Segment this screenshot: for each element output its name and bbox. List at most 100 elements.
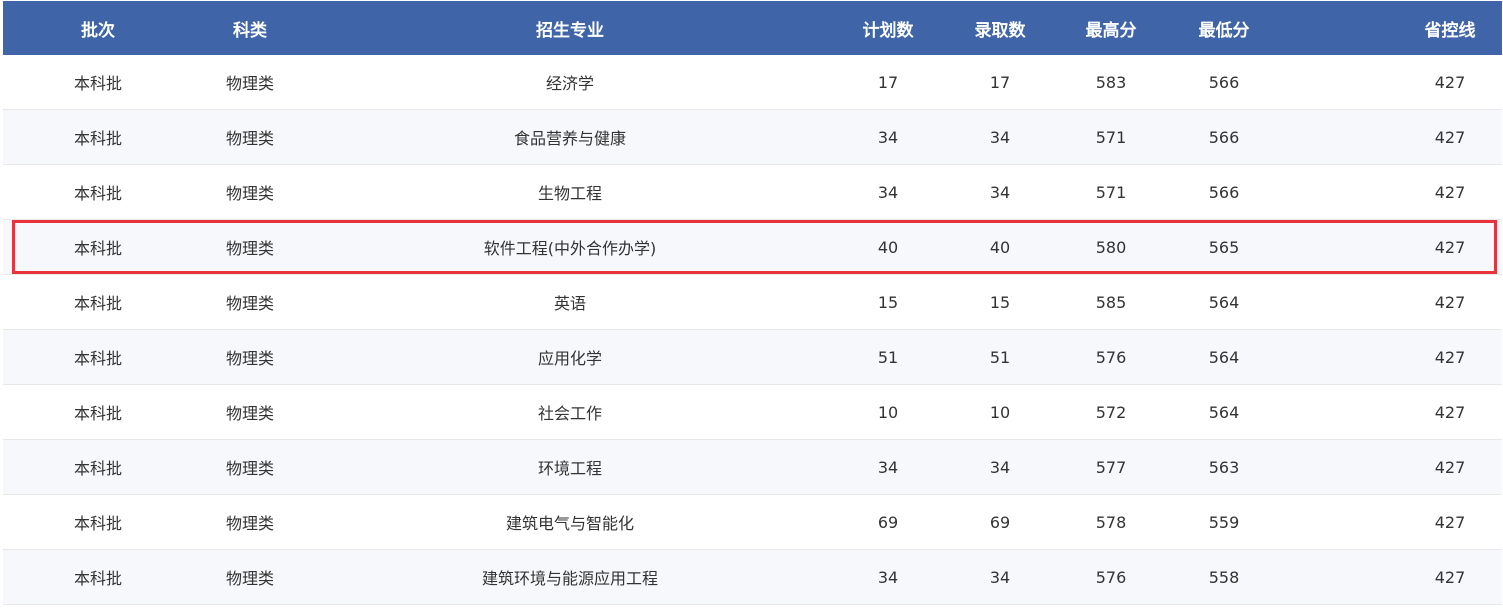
table-header: 批次 科类 招生专业 计划数 录取数 最高分 最低分 省控线	[3, 1, 1502, 55]
control-line-cell: 427	[1434, 457, 1466, 477]
category-cell: 物理类	[225, 74, 274, 93]
control-line-cell: 427	[1434, 237, 1466, 257]
planned-cell: 51	[877, 347, 899, 367]
control-line-cell: 427	[1434, 567, 1466, 587]
max-score-cell: 580	[1095, 237, 1127, 257]
batch-cell: 本科批	[73, 459, 122, 478]
control-line-cell: 427	[1434, 512, 1466, 532]
planned-cell: 34	[877, 127, 899, 147]
max-score-cell: 571	[1095, 127, 1127, 147]
min-score-cell: 566	[1208, 72, 1240, 92]
major-cell: 建筑环境与能源应用工程	[481, 569, 658, 588]
planned-cell: 34	[877, 457, 899, 477]
category-cell: 物理类	[225, 349, 274, 368]
category-cell: 物理类	[225, 184, 274, 203]
max-score-cell: 576	[1095, 347, 1127, 367]
batch-cell: 本科批	[73, 74, 122, 93]
min-score-cell: 558	[1208, 567, 1240, 587]
control-line-cell: 427	[1434, 347, 1466, 367]
admitted-cell: 15	[989, 292, 1011, 312]
major-cell: 经济学	[545, 74, 594, 93]
table-row-highlighted[interactable]: 本科批 物理类 软件工程(中外合作办学) 40 40 580 565 427	[3, 220, 1502, 275]
major-cell: 软件工程(中外合作办学)	[483, 239, 657, 258]
admitted-cell: 17	[989, 72, 1011, 92]
planned-cell: 40	[877, 237, 899, 257]
max-score-cell: 577	[1095, 457, 1127, 477]
batch-cell: 本科批	[73, 404, 122, 423]
category-cell: 物理类	[225, 514, 274, 533]
admitted-cell: 69	[989, 512, 1011, 532]
category-cell: 物理类	[225, 129, 274, 148]
table-row[interactable]: 本科批 物理类 经济学 17 17 583 566 427	[3, 55, 1502, 110]
category-cell: 物理类	[225, 239, 274, 258]
max-score-cell: 572	[1095, 402, 1127, 422]
category-cell: 物理类	[225, 569, 274, 588]
control-line-cell: 427	[1434, 127, 1466, 147]
batch-cell: 本科批	[73, 129, 122, 148]
category-cell: 物理类	[225, 294, 274, 313]
header-admitted[interactable]: 录取数	[950, 1, 1050, 55]
admitted-cell: 40	[989, 237, 1011, 257]
major-cell: 建筑电气与智能化	[505, 514, 634, 533]
planned-cell: 34	[877, 567, 899, 587]
table-row[interactable]: 本科批 物理类 应用化学 51 51 576 564 427	[3, 330, 1502, 385]
table-row[interactable]: 本科批 物理类 英语 15 15 585 564 427	[3, 275, 1502, 330]
control-line-cell: 427	[1434, 182, 1466, 202]
table-row[interactable]: 本科批 物理类 建筑环境与能源应用工程 34 34 576 558 427	[3, 550, 1502, 605]
admitted-cell: 51	[989, 347, 1011, 367]
category-cell: 物理类	[225, 404, 274, 423]
batch-cell: 本科批	[73, 349, 122, 368]
max-score-cell: 576	[1095, 567, 1127, 587]
header-planned[interactable]: 计划数	[838, 1, 938, 55]
admitted-cell: 34	[989, 127, 1011, 147]
admitted-cell: 34	[989, 457, 1011, 477]
admitted-cell: 34	[989, 567, 1011, 587]
table-row[interactable]: 本科批 物理类 食品营养与健康 34 34 571 566 427	[3, 110, 1502, 165]
planned-cell: 10	[877, 402, 899, 422]
admission-scores-table: 批次 科类 招生专业 计划数 录取数 最高分 最低分 省控线 本科批 物理类 经济学…	[3, 1, 1502, 605]
max-score-cell: 571	[1095, 182, 1127, 202]
min-score-cell: 566	[1208, 127, 1240, 147]
planned-cell: 15	[877, 292, 899, 312]
batch-cell: 本科批	[73, 569, 122, 588]
table-row[interactable]: 本科批 物理类 环境工程 34 34 577 563 427	[3, 440, 1502, 495]
control-line-cell: 427	[1434, 72, 1466, 92]
min-score-cell: 564	[1208, 292, 1240, 312]
min-score-cell: 559	[1208, 512, 1240, 532]
header-batch[interactable]: 批次	[43, 1, 153, 55]
control-line-cell: 427	[1434, 402, 1466, 422]
max-score-cell: 578	[1095, 512, 1127, 532]
major-cell: 环境工程	[537, 459, 602, 478]
admitted-cell: 34	[989, 182, 1011, 202]
min-score-cell: 566	[1208, 182, 1240, 202]
major-cell: 食品营养与健康	[513, 129, 626, 148]
min-score-cell: 565	[1208, 237, 1240, 257]
planned-cell: 69	[877, 512, 899, 532]
planned-cell: 34	[877, 182, 899, 202]
max-score-cell: 585	[1095, 292, 1127, 312]
min-score-cell: 563	[1208, 457, 1240, 477]
header-category[interactable]: 科类	[195, 1, 305, 55]
major-cell: 社会工作	[537, 404, 602, 423]
batch-cell: 本科批	[73, 294, 122, 313]
header-min-score[interactable]: 最低分	[1174, 1, 1274, 55]
planned-cell: 17	[877, 72, 899, 92]
table-row[interactable]: 本科批 物理类 生物工程 34 34 571 566 427	[3, 165, 1502, 220]
admitted-cell: 10	[989, 402, 1011, 422]
min-score-cell: 564	[1208, 402, 1240, 422]
min-score-cell: 564	[1208, 347, 1240, 367]
header-max-score[interactable]: 最高分	[1061, 1, 1161, 55]
major-cell: 应用化学	[537, 349, 602, 368]
major-cell: 英语	[553, 294, 586, 313]
control-line-cell: 427	[1434, 292, 1466, 312]
category-cell: 物理类	[225, 459, 274, 478]
batch-cell: 本科批	[73, 239, 122, 258]
max-score-cell: 583	[1095, 72, 1127, 92]
batch-cell: 本科批	[73, 514, 122, 533]
header-major[interactable]: 招生专业	[403, 1, 737, 55]
major-cell: 生物工程	[537, 184, 602, 203]
table-row[interactable]: 本科批 物理类 建筑电气与智能化 69 69 578 559 427	[3, 495, 1502, 550]
header-control-line[interactable]: 省控线	[1400, 1, 1500, 55]
table-row[interactable]: 本科批 物理类 社会工作 10 10 572 564 427	[3, 385, 1502, 440]
batch-cell: 本科批	[73, 184, 122, 203]
